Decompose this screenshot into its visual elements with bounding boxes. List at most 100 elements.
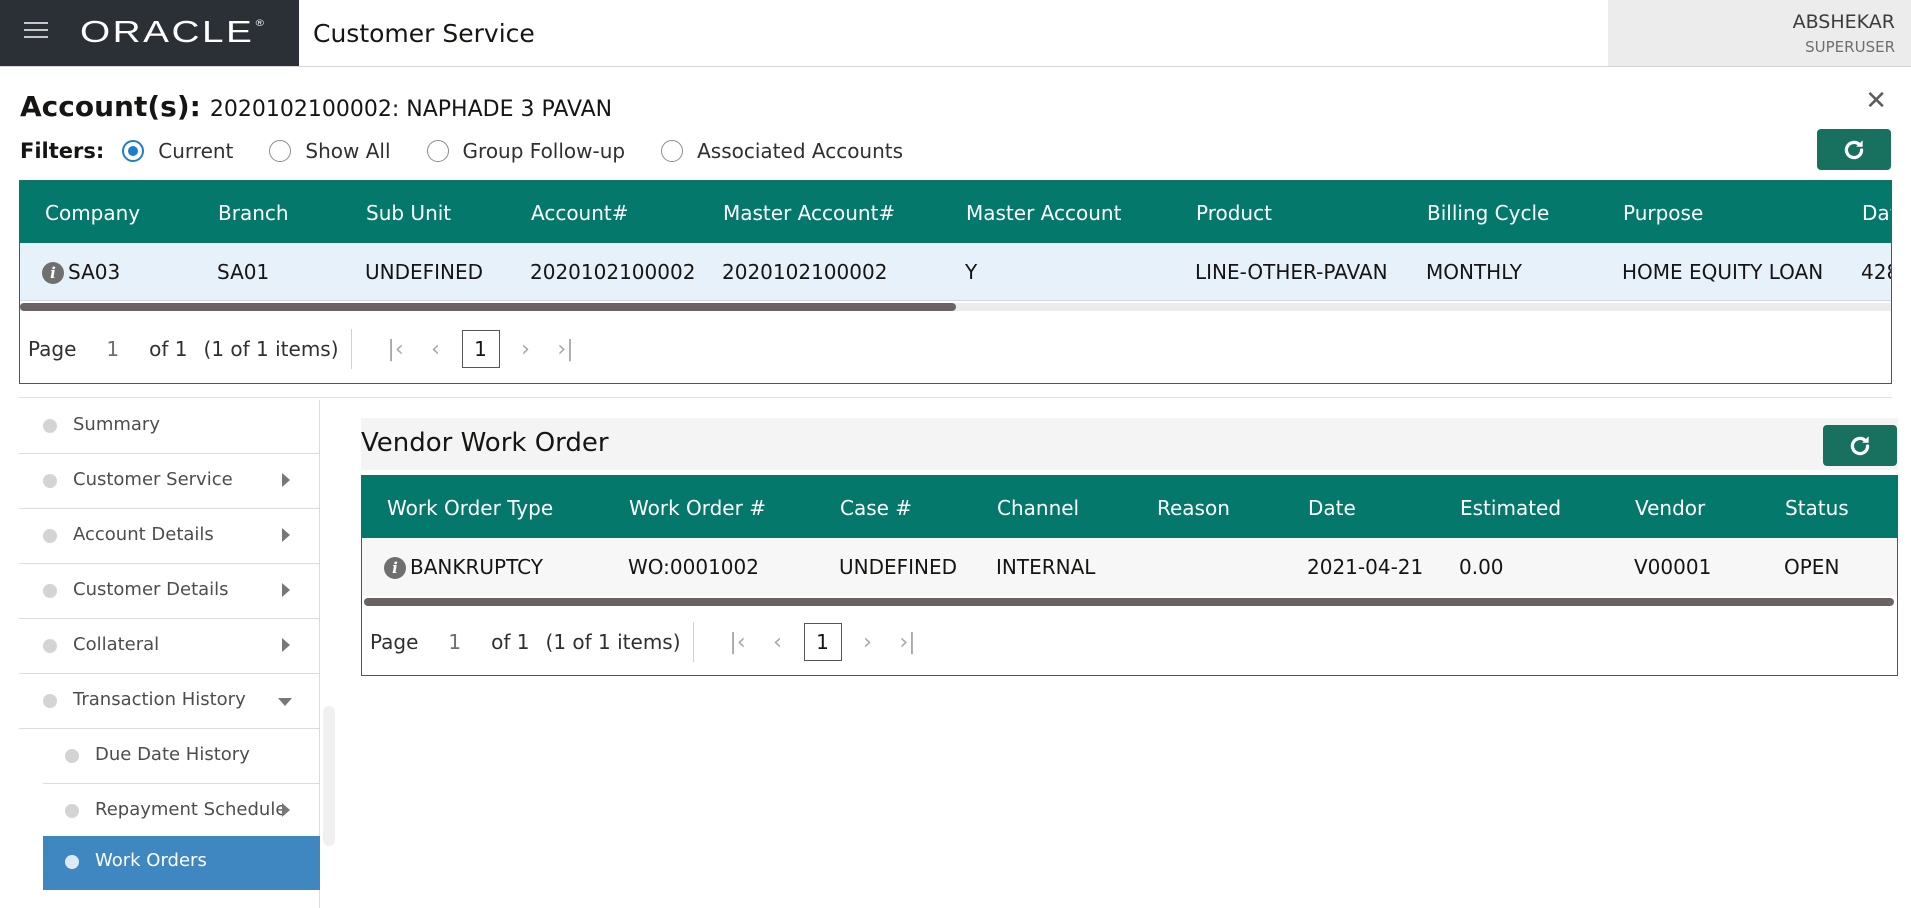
cell-sub-unit: UNDEFINED: [365, 260, 484, 284]
info-icon[interactable]: i: [42, 262, 64, 284]
horizontal-scrollbar[interactable]: [364, 598, 1894, 606]
table-row[interactable]: i SA03 SA01 UNDEFINED 2020102100002 20201…: [20, 243, 1891, 301]
bullet-icon: [65, 855, 79, 869]
sidebar-item-collateral[interactable]: Collateral: [19, 620, 320, 674]
filter-group-follow-up-label: Group Follow-up: [462, 139, 626, 163]
account-heading: Account(s): 2020102100002: NAPHADE 3 PAV…: [20, 90, 612, 123]
first-page-icon[interactable]: |‹: [718, 630, 758, 655]
sidebar-item-label: Due Date History: [95, 744, 250, 765]
first-page-icon[interactable]: |‹: [376, 337, 416, 362]
col-case-number[interactable]: Case #: [840, 496, 912, 520]
col-sub-unit[interactable]: Sub Unit: [366, 201, 451, 225]
cell-company: i SA03: [42, 260, 120, 284]
sidebar-item-due-date-history[interactable]: Due Date History: [43, 730, 320, 784]
work-order-refresh-button[interactable]: [1823, 425, 1897, 466]
last-page-icon[interactable]: ›|: [546, 337, 586, 362]
sidebar-item-label: Transaction History: [73, 689, 246, 710]
user-menu[interactable]: ABSHEKAR SUPERUSER: [1608, 0, 1911, 66]
cell-branch: SA01: [217, 260, 270, 284]
col-company[interactable]: Company: [45, 201, 140, 225]
user-name: ABSHEKAR: [1792, 11, 1895, 33]
refresh-icon: [1850, 435, 1870, 455]
sidebar-item-account-details[interactable]: Account Details: [19, 510, 320, 564]
sidebar-item-label: Customer Service: [73, 469, 233, 490]
panel-title-bar: Vendor Work Order: [361, 418, 1898, 470]
col-reason[interactable]: Reason: [1157, 496, 1230, 520]
col-product[interactable]: Product: [1196, 201, 1272, 225]
last-page-icon[interactable]: ›|: [888, 630, 928, 655]
cell-channel: INTERNAL: [996, 555, 1096, 579]
filters-bar: Filters: Current Show All Group Follow-u…: [20, 137, 939, 165]
cell-case-number: UNDEFINED: [839, 555, 958, 579]
radio-icon: [426, 140, 449, 162]
scrollbar-thumb[interactable]: [20, 303, 956, 311]
sidebar-item-customer-service[interactable]: Customer Service: [19, 455, 320, 509]
prev-page-icon[interactable]: ‹: [416, 337, 456, 362]
pager-page-input[interactable]: 1: [106, 337, 119, 361]
sidebar-item-work-orders[interactable]: Work Orders: [43, 836, 320, 890]
section-divider: [19, 397, 1892, 398]
radio-icon: [269, 140, 292, 162]
sidebar-item-label: Collateral: [73, 634, 160, 655]
info-icon[interactable]: i: [384, 557, 406, 579]
cell-estimated: 0.00: [1459, 555, 1504, 579]
cell-work-order-number: WO:0001002: [628, 555, 759, 579]
next-page-icon[interactable]: ›: [506, 337, 546, 362]
current-page-button[interactable]: 1: [461, 330, 500, 368]
account-value: 2020102100002: NAPHADE 3 PAVAN: [209, 97, 613, 122]
col-channel[interactable]: Channel: [997, 496, 1079, 520]
sidebar-item-label: Repayment Schedule: [95, 799, 287, 820]
filter-associated-accounts-radio[interactable]: Associated Accounts: [661, 139, 903, 163]
col-vendor[interactable]: Vendor: [1635, 496, 1705, 520]
col-date[interactable]: Date: [1308, 496, 1356, 520]
horizontal-scrollbar[interactable]: [20, 303, 1891, 311]
bullet-icon: [43, 694, 57, 708]
sidebar-item-label: Work Orders: [95, 850, 207, 871]
col-billing-cycle[interactable]: Billing Cycle: [1427, 201, 1549, 225]
col-work-order-type[interactable]: Work Order Type: [387, 496, 553, 520]
col-master-account[interactable]: Master Account: [966, 201, 1121, 225]
hamburger-icon[interactable]: [24, 22, 48, 42]
side-navigation: Summary Customer Service Account Details…: [19, 400, 320, 908]
cell-billing-cycle: MONTHLY: [1426, 260, 1522, 284]
account-label: Account(s):: [20, 90, 201, 123]
filter-current-label: Current: [158, 139, 234, 163]
chevron-down-icon: [278, 698, 292, 706]
col-estimated[interactable]: Estimated: [1460, 496, 1561, 520]
table-row[interactable]: i BANKRUPTCY WO:0001002 UNDEFINED INTERNA…: [362, 538, 1897, 596]
top-header: ORACLE® Customer Service ABSHEKAR SUPERU…: [0, 0, 1911, 67]
accounts-refresh-button[interactable]: [1817, 129, 1891, 170]
next-page-icon[interactable]: ›: [848, 630, 888, 655]
close-icon[interactable]: ✕: [1865, 86, 1887, 116]
col-branch[interactable]: Branch: [218, 201, 289, 225]
bullet-icon: [43, 419, 57, 433]
filter-group-follow-up-radio[interactable]: Group Follow-up: [426, 139, 626, 163]
col-work-order-number[interactable]: Work Order #: [629, 496, 766, 520]
company-value: SA03: [68, 260, 121, 284]
bullet-icon: [43, 639, 57, 653]
col-master-account-number[interactable]: Master Account#: [723, 201, 895, 225]
prev-page-icon[interactable]: ‹: [758, 630, 798, 655]
work-order-type-value: BANKRUPTCY: [410, 555, 543, 579]
sidebar-scrollbar[interactable]: [323, 706, 335, 846]
bullet-icon: [43, 529, 57, 543]
filter-current-radio[interactable]: Current: [122, 139, 233, 163]
refresh-icon: [1844, 139, 1864, 159]
bullet-icon: [65, 804, 79, 818]
col-day[interactable]: Day: [1862, 201, 1891, 225]
cell-account-number: 2020102100002: [530, 260, 696, 284]
pager-page-input[interactable]: 1: [448, 630, 461, 654]
sidebar-item-repayment-schedule[interactable]: Repayment Schedule: [43, 785, 320, 839]
filter-associated-accounts-label: Associated Accounts: [697, 139, 904, 163]
current-page-button[interactable]: 1: [803, 623, 842, 661]
sidebar-item-customer-details[interactable]: Customer Details: [19, 565, 320, 619]
col-account-number[interactable]: Account#: [531, 201, 629, 225]
sidebar-item-label: Account Details: [73, 524, 214, 545]
filter-show-all-radio[interactable]: Show All: [269, 139, 391, 163]
col-status[interactable]: Status: [1785, 496, 1849, 520]
sidebar-item-label: Summary: [73, 414, 160, 435]
col-purpose[interactable]: Purpose: [1623, 201, 1703, 225]
sidebar-item-summary[interactable]: Summary: [19, 400, 320, 454]
cell-master-account-number: 2020102100002: [722, 260, 888, 284]
sidebar-item-transaction-history[interactable]: Transaction History: [19, 675, 320, 729]
